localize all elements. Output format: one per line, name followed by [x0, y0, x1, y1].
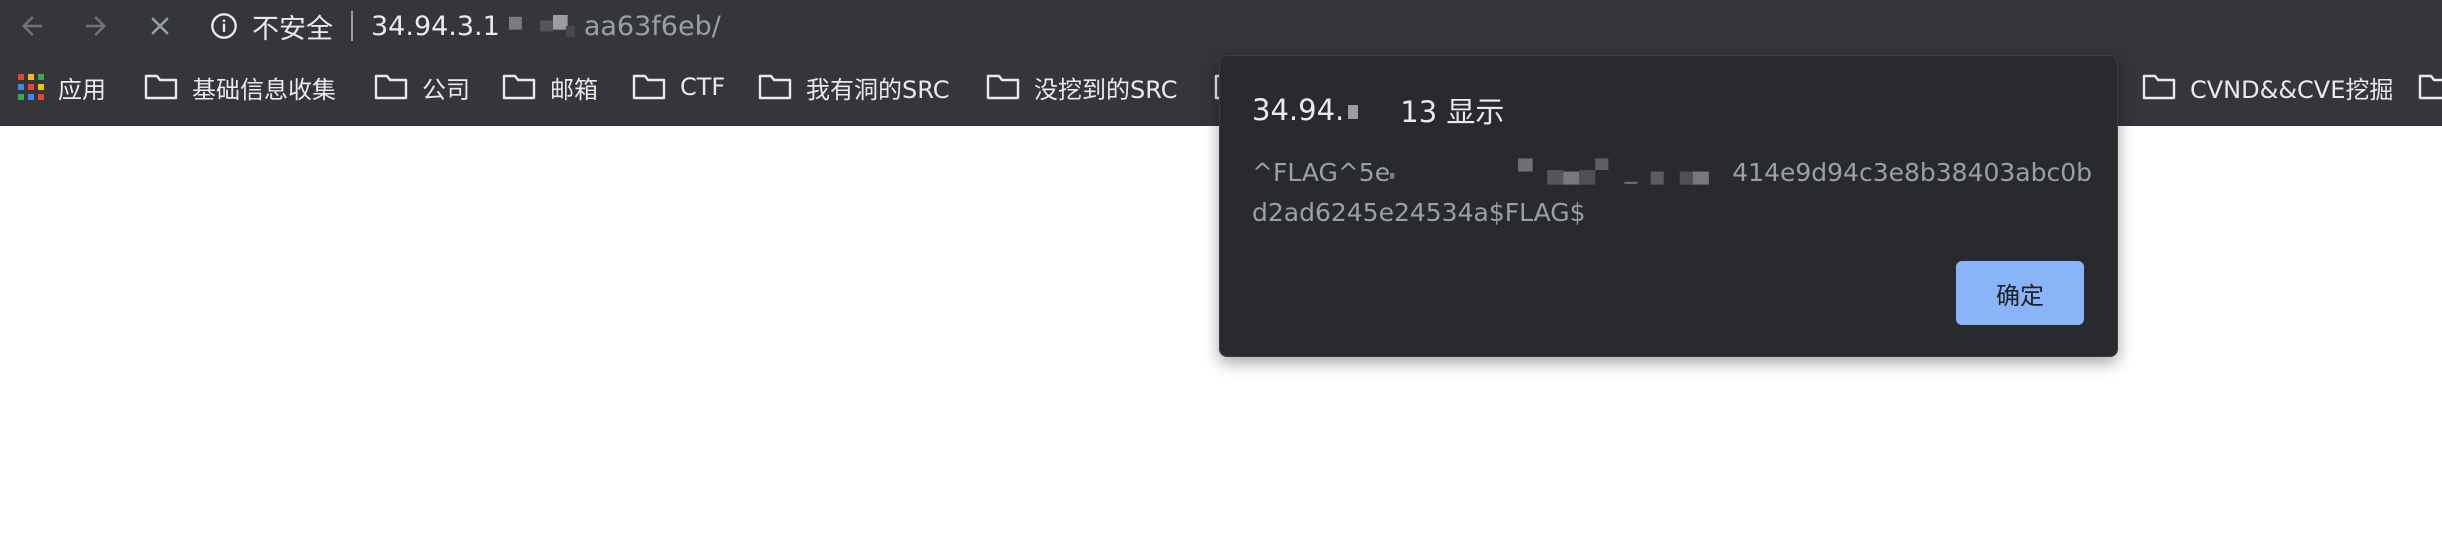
- dialog-message: ^FLAG^5e 414e9d94c3e8b38403abc0b d2ad624…: [1252, 153, 2092, 233]
- arrow-left-icon: [22, 16, 42, 36]
- apps-grid-icon: [18, 74, 44, 100]
- navigation-bar: 不安全 34.94.3.1 aa63f6eb/: [0, 0, 2442, 52]
- info-icon[interactable]: [210, 12, 238, 40]
- omnibox-divider: [351, 11, 353, 41]
- bookmark-folder-company[interactable]: 公司: [374, 62, 470, 112]
- bookmark-folder-src-not-found[interactable]: 没挖到的SRC: [986, 62, 1177, 112]
- arrow-right-icon: [86, 16, 106, 36]
- folder-icon: [502, 74, 536, 100]
- bookmark-apps[interactable]: 应用: [18, 62, 106, 112]
- message-line2: d2ad6245e24534a$FLAG$: [1252, 198, 1586, 227]
- stop-button[interactable]: [140, 6, 180, 46]
- folder-icon: [374, 74, 408, 100]
- bookmark-folder-ctf[interactable]: CTF: [632, 62, 725, 112]
- back-button[interactable]: [12, 6, 52, 46]
- security-status-label[interactable]: 不安全: [252, 7, 333, 46]
- message-line1-suffix: 414e9d94c3e8b38403abc0b: [1732, 158, 2092, 187]
- bookmark-folder-cvnd-cve[interactable]: CVND&&CVE挖掘: [2142, 62, 2393, 112]
- url-suffix: aa63f6eb/: [583, 10, 721, 42]
- url-redaction-mosaic: [508, 15, 575, 37]
- folder-icon: [758, 74, 792, 100]
- message-redaction-mosaic: [1390, 158, 1709, 185]
- bookmark-label: 没挖到的SRC: [1034, 75, 1178, 104]
- alert-dialog: 34.94. 13 显示 ^FLAG^5e 414e9d94c3e8b38403…: [1219, 55, 2118, 357]
- folder-icon: [986, 74, 1020, 100]
- bookmark-label: CVND&&CVE挖掘: [2190, 75, 2394, 104]
- url-prefix: 34.94.3.1: [371, 10, 500, 42]
- bookmark-folder-info-gathering[interactable]: 基础信息收集: [144, 62, 336, 112]
- bookmark-folder-email[interactable]: 邮箱: [502, 62, 598, 112]
- bookmark-folder-overflow[interactable]: [2418, 62, 2442, 112]
- bookmark-label: 应用: [58, 75, 106, 104]
- folder-icon: [144, 74, 178, 100]
- close-icon: [151, 17, 169, 35]
- url-text[interactable]: 34.94.3.1 aa63f6eb/: [371, 11, 721, 42]
- dialog-title-prefix: 34.94.: [1252, 93, 1345, 127]
- title-redaction-mosaic: [1348, 105, 1359, 119]
- forward-button[interactable]: [76, 6, 116, 46]
- dialog-message-line: ^FLAG^5e 414e9d94c3e8b38403abc0b: [1252, 153, 2092, 193]
- message-line1-prefix: ^FLAG^5e: [1252, 158, 1391, 187]
- address-bar[interactable]: 不安全 34.94.3.1 aa63f6eb/: [210, 4, 1810, 48]
- folder-icon: [2418, 74, 2442, 100]
- dialog-title: 34.94. 13 显示: [1252, 89, 1504, 131]
- bookmark-folder-src-with-bugs[interactable]: 我有洞的SRC: [758, 62, 949, 112]
- bookmark-label: 公司: [422, 75, 470, 104]
- bookmark-label: 基础信息收集: [192, 75, 336, 104]
- dialog-title-suffix: 13 显示: [1400, 95, 1505, 129]
- ok-button[interactable]: 确定: [1956, 261, 2084, 325]
- bookmark-label: CTF: [680, 73, 726, 101]
- folder-icon: [632, 74, 666, 100]
- bookmark-label: 邮箱: [550, 75, 598, 104]
- bookmark-label: 我有洞的SRC: [806, 75, 950, 104]
- folder-icon: [2142, 74, 2176, 100]
